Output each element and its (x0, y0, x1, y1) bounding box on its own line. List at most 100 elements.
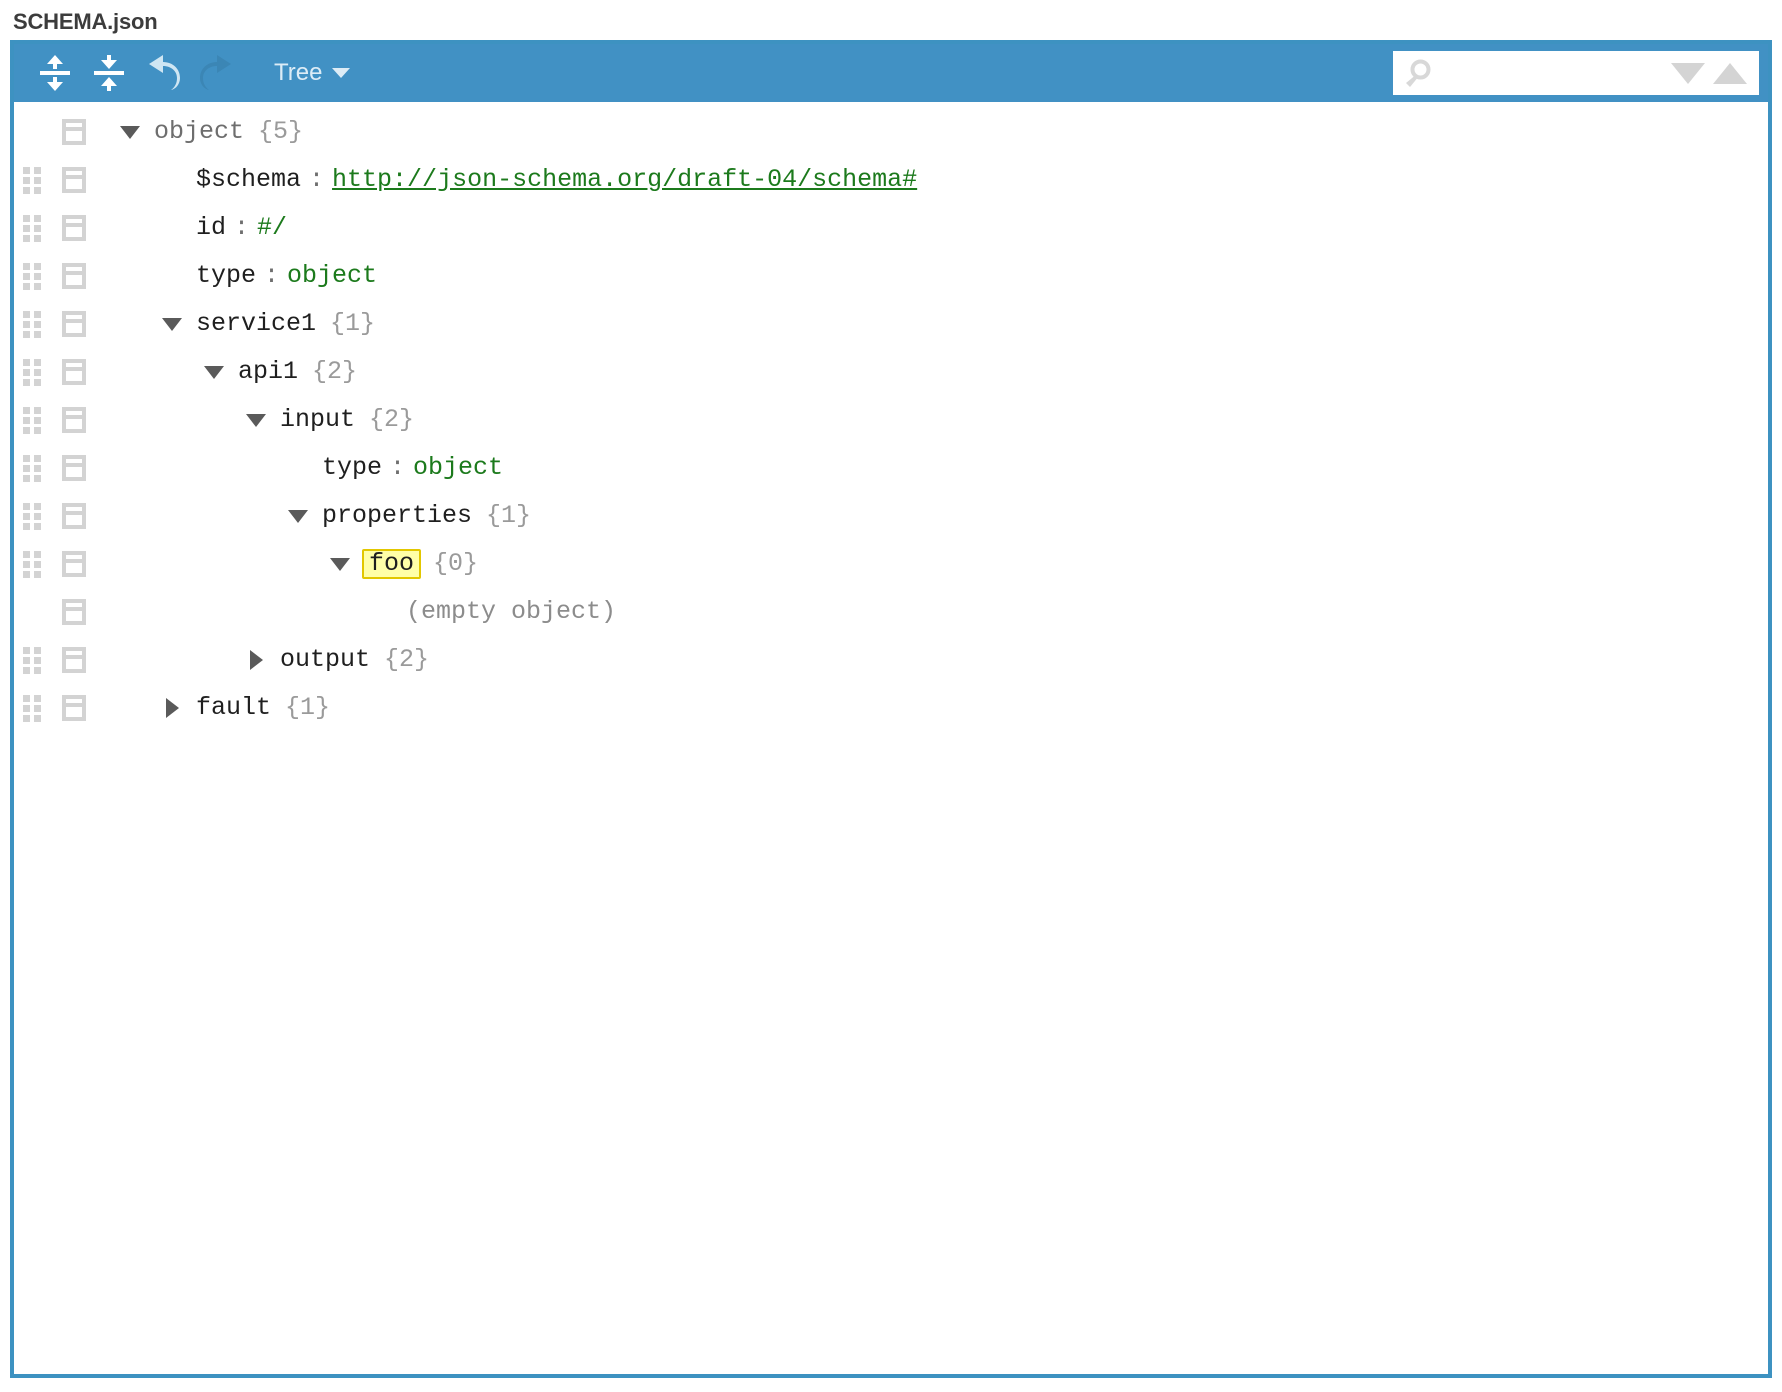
tree-row[interactable]: foo {0} (14, 540, 1768, 588)
row-actions-menu-icon[interactable] (62, 551, 86, 577)
tree-field-name[interactable]: service1 (196, 311, 316, 337)
tree-child-count: {0} (433, 549, 479, 578)
tree-row[interactable]: input {2} (14, 396, 1768, 444)
row-actions-menu-icon[interactable] (62, 311, 86, 337)
search-input[interactable] (1441, 53, 1671, 93)
expander-open-icon[interactable] (288, 509, 322, 523)
tree-field-name[interactable]: input (280, 407, 355, 433)
row-actions-menu-icon[interactable] (62, 359, 86, 385)
tree-row[interactable]: api1 {2} (14, 348, 1768, 396)
tree-row[interactable]: $schema: http://json-schema.org/draft-04/… (14, 156, 1768, 204)
row-menu-cell (50, 119, 98, 145)
tree-field-value[interactable]: object (413, 455, 503, 481)
row-menu-cell (50, 599, 98, 625)
row-menu-cell (50, 407, 98, 433)
redo-button[interactable] (190, 49, 244, 97)
tree-field-value[interactable]: object (287, 263, 377, 289)
drag-handle-icon[interactable] (23, 455, 41, 482)
tree-row[interactable]: fault {1} (14, 684, 1768, 732)
tree-row-content: output {2} (98, 647, 1768, 673)
row-actions-menu-icon[interactable] (62, 599, 86, 625)
tree-child-count: {2} (312, 357, 358, 386)
search-icon[interactable] (1393, 57, 1441, 89)
json-editor-page: SCHEMA.json Tree object {5} $schema: ht… (0, 0, 1782, 1392)
row-actions-menu-icon[interactable] (62, 695, 86, 721)
mode-selector-button[interactable]: Tree (268, 49, 356, 97)
drag-handle-cell (14, 311, 50, 338)
tree-row[interactable]: service1 {1} (14, 300, 1768, 348)
search-previous-icon[interactable] (1713, 62, 1747, 84)
collapse-all-button[interactable] (82, 49, 136, 97)
drag-handle-icon[interactable] (23, 503, 41, 530)
tree-row[interactable]: id: #/ (14, 204, 1768, 252)
expander-open-icon[interactable] (204, 365, 238, 379)
tree-field-name[interactable]: type (196, 263, 256, 289)
tree-field-name[interactable]: foo (362, 549, 422, 579)
drag-handle-icon[interactable] (23, 551, 41, 578)
drag-handle-icon[interactable] (23, 407, 41, 434)
tree-field-name[interactable]: properties (322, 503, 472, 529)
expander-open-icon[interactable] (162, 317, 196, 331)
tree-field-name[interactable]: $schema (196, 167, 301, 193)
tree-separator: : (234, 213, 250, 242)
tree-field-value[interactable]: #/ (257, 215, 287, 241)
row-menu-cell (50, 503, 98, 529)
expander-closed-icon[interactable] (162, 698, 196, 718)
row-menu-cell (50, 215, 98, 241)
expander-open-icon[interactable] (120, 125, 154, 139)
tree-row[interactable]: properties {1} (14, 492, 1768, 540)
row-actions-menu-icon[interactable] (62, 215, 86, 241)
row-actions-menu-icon[interactable] (62, 503, 86, 529)
expander-open-icon[interactable] (330, 557, 364, 571)
tree-value-link[interactable]: http://json-schema.org/draft-04/schema# (332, 167, 917, 193)
row-menu-cell (50, 359, 98, 385)
drag-handle-icon[interactable] (23, 311, 41, 338)
drag-handle-cell (14, 167, 50, 194)
tree-field-name[interactable]: api1 (238, 359, 298, 385)
row-menu-cell (50, 455, 98, 481)
tree-field-name[interactable]: id (196, 215, 226, 241)
drag-handle-icon[interactable] (23, 695, 41, 722)
tree-row[interactable]: output {2} (14, 636, 1768, 684)
tree-row-content: (empty object) (98, 599, 1768, 625)
drag-handle-icon[interactable] (23, 647, 41, 674)
row-actions-menu-icon[interactable] (62, 167, 86, 193)
tree-row[interactable]: type: object (14, 444, 1768, 492)
undo-button[interactable] (136, 49, 190, 97)
expander-spacer (162, 228, 196, 229)
row-actions-menu-icon[interactable] (62, 263, 86, 289)
caret-right-icon (250, 650, 263, 670)
expander-placeholder (372, 612, 406, 613)
expander-placeholder (162, 228, 196, 229)
tree-row[interactable]: (empty object) (14, 588, 1768, 636)
expander-spacer (162, 180, 196, 181)
tree-field-name[interactable]: output (280, 647, 370, 673)
drag-handle-cell (14, 503, 50, 530)
drag-handle-icon[interactable] (23, 215, 41, 242)
drag-handle-icon[interactable] (23, 263, 41, 290)
expander-spacer (288, 468, 322, 469)
drag-handle-cell (14, 455, 50, 482)
expander-placeholder (162, 276, 196, 277)
tree-field-name[interactable]: fault (196, 695, 271, 721)
json-tree: object {5} $schema: http://json-schema.org/… (14, 102, 1768, 732)
tree-field-name[interactable]: type (322, 455, 382, 481)
expander-open-icon[interactable] (246, 413, 280, 427)
drag-handle-cell (14, 407, 50, 434)
row-actions-menu-icon[interactable] (62, 647, 86, 673)
row-actions-menu-icon[interactable] (62, 119, 86, 145)
drag-handle-icon[interactable] (23, 167, 41, 194)
expand-all-button[interactable] (28, 49, 82, 97)
tree-row-content: api1 {2} (98, 359, 1768, 385)
tree-field-name[interactable]: object (154, 119, 244, 145)
row-menu-cell (50, 167, 98, 193)
expander-placeholder (162, 180, 196, 181)
tree-row[interactable]: type: object (14, 252, 1768, 300)
expander-closed-icon[interactable] (246, 650, 280, 670)
drag-handle-icon[interactable] (23, 359, 41, 386)
search-next-icon[interactable] (1671, 62, 1705, 84)
tree-row[interactable]: object {5} (14, 108, 1768, 156)
row-actions-menu-icon[interactable] (62, 407, 86, 433)
row-actions-menu-icon[interactable] (62, 455, 86, 481)
caret-down-icon (162, 317, 182, 331)
